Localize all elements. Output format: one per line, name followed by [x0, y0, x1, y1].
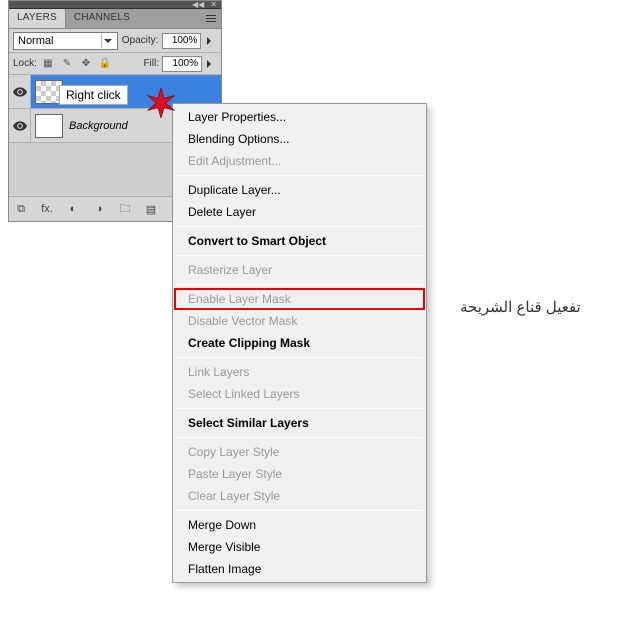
lock-transparent-icon[interactable]: ▦: [40, 56, 56, 72]
ctx-separator: [176, 437, 423, 438]
fill-field[interactable]: 100%: [162, 56, 202, 72]
layer-context-menu: Layer Properties... Blending Options... …: [172, 103, 427, 583]
ctx-separator: [176, 510, 423, 511]
panel-menu-button[interactable]: [203, 11, 219, 25]
ctx-enable-layer-mask: Enable Layer Mask: [174, 288, 425, 310]
ctx-create-clipping-mask[interactable]: Create Clipping Mask: [174, 332, 425, 354]
ctx-separator: [176, 284, 423, 285]
ctx-select-similar-layers[interactable]: Select Similar Layers: [174, 412, 425, 434]
panel-collapse-bar[interactable]: ◀◀ ✕: [9, 1, 221, 9]
layer-thumbnail[interactable]: [35, 114, 63, 138]
lock-all-icon[interactable]: 🔒: [97, 56, 113, 72]
lock-label: Lock:: [13, 58, 37, 69]
visibility-toggle[interactable]: [9, 75, 31, 108]
fill-slider-button[interactable]: [205, 56, 217, 72]
lock-move-icon[interactable]: ✥: [78, 56, 94, 72]
ctx-clear-layer-style: Clear Layer Style: [174, 485, 425, 507]
chevron-down-icon: [101, 34, 115, 48]
new-layer-icon[interactable]: ▤: [143, 201, 159, 217]
ctx-flatten-image[interactable]: Flatten Image: [174, 558, 425, 580]
ctx-duplicate-layer[interactable]: Duplicate Layer...: [174, 179, 425, 201]
ctx-layer-properties[interactable]: Layer Properties...: [174, 106, 425, 128]
click-burst-icon: [146, 88, 176, 118]
lock-row: Lock: ▦ ✎ ✥ 🔒 Fill: 100%: [9, 53, 221, 75]
blend-mode-select[interactable]: Normal: [13, 32, 118, 50]
ctx-link-layers: Link Layers: [174, 361, 425, 383]
fill-label: Fill:: [143, 58, 159, 69]
ctx-disable-vector-mask: Disable Vector Mask: [174, 310, 425, 332]
tab-channels[interactable]: CHANNELS: [66, 9, 138, 28]
ctx-delete-layer[interactable]: Delete Layer: [174, 201, 425, 223]
opacity-field[interactable]: 100%: [162, 33, 201, 49]
mask-icon[interactable]: ◐: [65, 201, 81, 217]
ctx-separator: [176, 357, 423, 358]
ctx-edit-adjustment: Edit Adjustment...: [174, 150, 425, 172]
link-layers-icon[interactable]: ⧉: [13, 201, 29, 217]
ctx-separator: [176, 408, 423, 409]
ctx-rasterize-layer: Rasterize Layer: [174, 259, 425, 281]
ctx-select-linked-layers: Select Linked Layers: [174, 383, 425, 405]
ctx-separator: [176, 226, 423, 227]
eye-icon: [13, 87, 27, 97]
ctx-paste-layer-style: Paste Layer Style: [174, 463, 425, 485]
ctx-separator: [176, 255, 423, 256]
ctx-convert-smart-object[interactable]: Convert to Smart Object: [174, 230, 425, 252]
visibility-toggle[interactable]: [9, 109, 31, 142]
blend-mode-value: Normal: [18, 35, 53, 47]
ctx-merge-down[interactable]: Merge Down: [174, 514, 425, 536]
opacity-slider-button[interactable]: [205, 33, 217, 49]
ctx-separator: [176, 175, 423, 176]
panel-options-row: Normal Opacity: 100%: [9, 29, 221, 53]
right-click-label: Right click: [59, 85, 128, 105]
layer-name[interactable]: Background: [69, 120, 128, 132]
lock-paint-icon[interactable]: ✎: [59, 56, 75, 72]
close-icon: ✕: [210, 1, 217, 9]
eye-icon: [13, 121, 27, 131]
panel-tabs: LAYERS CHANNELS: [9, 9, 221, 29]
ctx-copy-layer-style: Copy Layer Style: [174, 441, 425, 463]
annotation-arabic: تفعيل قناع الشريحة: [460, 298, 581, 316]
collapse-icon: ◀◀: [192, 1, 204, 9]
fx-icon[interactable]: fx.: [39, 201, 55, 217]
tab-layers[interactable]: LAYERS: [9, 9, 66, 28]
adjustment-icon[interactable]: ◑: [91, 201, 107, 217]
group-icon[interactable]: 🗀: [117, 201, 133, 217]
ctx-blending-options[interactable]: Blending Options...: [174, 128, 425, 150]
ctx-merge-visible[interactable]: Merge Visible: [174, 536, 425, 558]
opacity-label: Opacity:: [122, 35, 159, 46]
